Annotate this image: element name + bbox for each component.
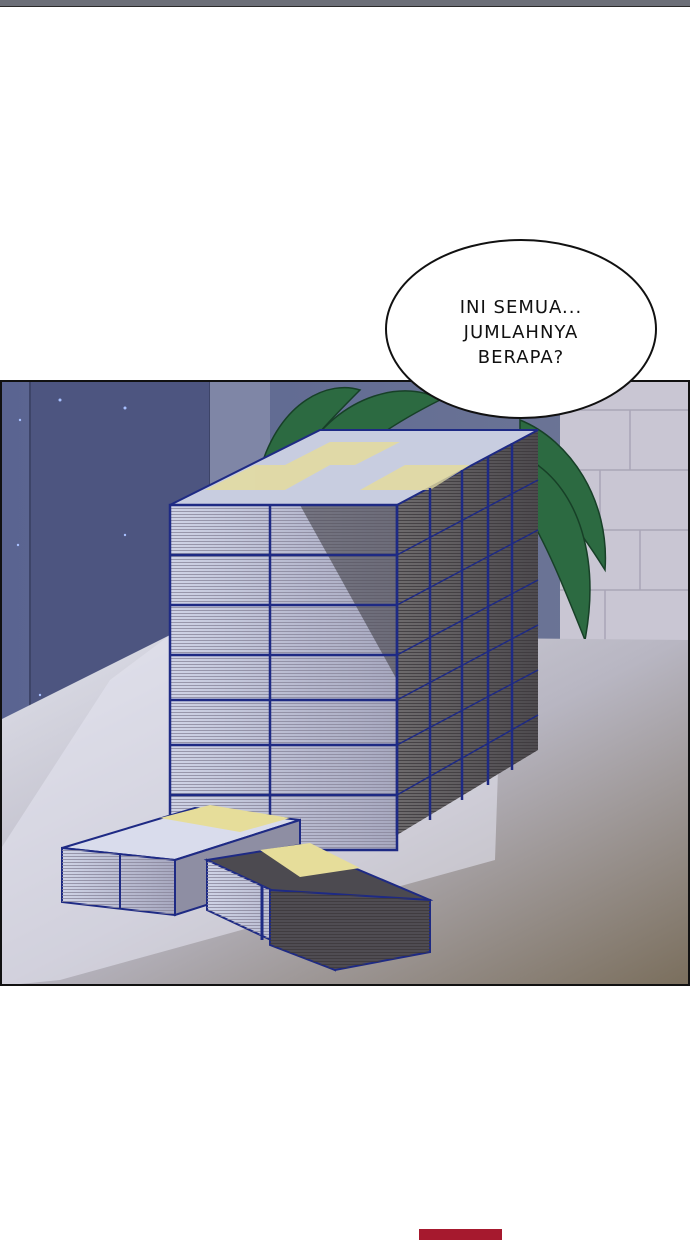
speech-bubble-text: INI SEMUA... JUMLAHNYA BERAPA? xyxy=(423,295,619,370)
speech-line-2: JUMLAHNYA xyxy=(463,322,579,343)
speech-line-3: BERAPA? xyxy=(477,347,565,368)
money-stack-illustration xyxy=(0,380,690,986)
next-episode-bar[interactable] xyxy=(419,1229,502,1240)
speech-bubble: INI SEMUA... JUMLAHNYA BERAPA? xyxy=(383,237,659,427)
top-panel-edge xyxy=(0,0,690,7)
comic-panel-money xyxy=(0,380,690,986)
speech-line-1: INI SEMUA... xyxy=(459,297,583,318)
